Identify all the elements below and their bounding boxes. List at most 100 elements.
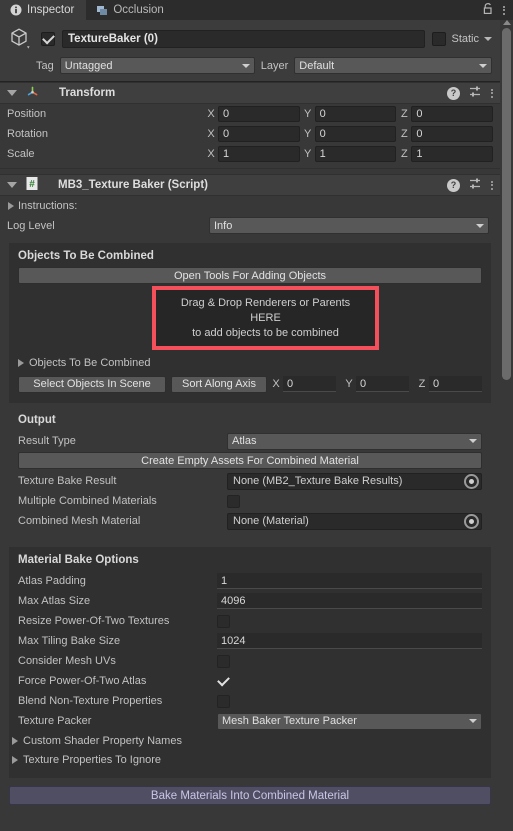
result-type-dropdown[interactable]: Atlas (227, 432, 482, 450)
objects-panel-title: Objects To Be Combined (18, 250, 154, 262)
combined-mesh-material-value: None (Material) (233, 515, 309, 527)
consider-mesh-uvs-label: Consider Mesh UVs (18, 655, 116, 667)
blend-non-texture-checkbox[interactable] (217, 694, 230, 708)
position-y-field[interactable]: 0 (314, 106, 397, 122)
rotation-y-field[interactable]: 0 (314, 126, 397, 142)
layer-dropdown[interactable]: Default (294, 57, 492, 74)
transform-component-header[interactable]: Transform ? (0, 82, 500, 104)
object-picker-icon[interactable] (464, 473, 479, 489)
scale-y-field[interactable]: 1 (314, 146, 397, 162)
scale-y[interactable]: Y1 (304, 146, 397, 162)
sort-z[interactable]: Z0 (418, 376, 482, 392)
occlusion-icon (95, 4, 108, 17)
tab-occlusion[interactable]: Occlusion (86, 0, 176, 20)
scale-z[interactable]: Z1 (400, 146, 494, 162)
resize-pot-textures-checkbox[interactable] (217, 614, 230, 628)
instructions-foldout-row[interactable]: Instructions: (0, 196, 500, 215)
scale-x[interactable]: X1 (207, 146, 300, 162)
scale-x-field[interactable]: 1 (218, 146, 300, 162)
consider-mesh-uvs-checkbox[interactable] (217, 654, 230, 668)
preset-settings-icon[interactable] (469, 85, 482, 101)
static-chevron-down-icon[interactable] (484, 37, 492, 41)
objects-list-foldout-icon[interactable] (18, 358, 24, 367)
transform-scale-row: Scale X1 Y1 Z1 (0, 144, 500, 164)
combined-mesh-material-row: Combined Mesh Material None (Material) (18, 511, 482, 531)
static-checkbox[interactable] (432, 32, 447, 46)
kebab-menu-icon[interactable] (491, 88, 493, 98)
vertical-scrollbar[interactable] (500, 20, 513, 831)
select-objects-button[interactable]: Select Objects In Scene (18, 375, 166, 393)
force-pot-atlas-checkbox[interactable] (217, 675, 230, 688)
sort-x[interactable]: X0 (272, 376, 336, 392)
axis-x-label: X (207, 108, 215, 120)
script-foldout-icon[interactable] (7, 182, 17, 188)
lock-icon[interactable] (482, 2, 494, 18)
kebab-menu-icon[interactable] (491, 180, 493, 190)
material-bake-options-panel: Material Bake Options Atlas Padding 1 Ma… (9, 547, 491, 778)
scale-label: Scale (7, 148, 35, 160)
bake-materials-button[interactable]: Bake Materials Into Combined Material (9, 786, 491, 805)
help-icon[interactable]: ? (447, 178, 460, 192)
sort-z-field[interactable]: 0 (429, 376, 482, 392)
gameobject-enabled-checkbox[interactable] (41, 32, 55, 46)
blend-non-texture-row: Blend Non-Texture Properties (18, 691, 482, 711)
log-level-dropdown[interactable]: Info (209, 217, 489, 234)
scrollbar-thumb[interactable] (502, 28, 511, 380)
axis-y-label: Y (304, 128, 312, 140)
texture-packer-row: Texture Packer Mesh Baker Texture Packer (18, 711, 482, 731)
rotation-y[interactable]: Y0 (304, 126, 397, 142)
rotation-z[interactable]: Z0 (400, 126, 494, 142)
resize-pot-textures-label: Resize Power-Of-Two Textures (18, 615, 170, 627)
script-component-header[interactable]: # MB3_Texture Baker (Script) ? (0, 174, 500, 196)
multiple-combined-materials-checkbox[interactable] (227, 494, 240, 508)
object-picker-icon[interactable] (464, 513, 479, 529)
tab-inspector[interactable]: Inspector (0, 0, 87, 20)
custom-shader-properties-foldout-row[interactable]: Custom Shader Property Names (12, 731, 482, 750)
gameobject-name-field[interactable]: TextureBaker (0) (62, 30, 426, 48)
custom-shader-foldout-icon[interactable] (12, 736, 18, 745)
tag-dropdown[interactable]: Untagged (59, 57, 255, 74)
objects-list-foldout-row[interactable]: Objects To Be Combined (18, 353, 482, 372)
log-level-row: Log Level Info (0, 215, 500, 236)
create-empty-assets-button[interactable]: Create Empty Assets For Combined Materia… (18, 452, 482, 469)
position-z[interactable]: Z0 (400, 106, 494, 122)
drag-drop-area[interactable]: Drag & Drop Renderers or Parents HERE to… (18, 286, 482, 352)
scale-z-field[interactable]: 1 (411, 146, 494, 162)
texture-bake-result-field[interactable]: None (MB2_Texture Bake Results) (227, 472, 482, 490)
tabbar-actions (482, 0, 513, 20)
rotation-z-field[interactable]: 0 (411, 126, 494, 142)
inspector-tabbar: Inspector Occlusion (0, 0, 513, 20)
help-icon[interactable]: ? (447, 86, 460, 100)
instructions-foldout-icon[interactable] (8, 201, 14, 210)
chevron-down-icon (476, 223, 484, 228)
texture-properties-foldout-icon[interactable] (12, 755, 18, 764)
combined-mesh-material-field[interactable]: None (Material) (227, 512, 482, 530)
log-level-value: Info (214, 219, 233, 232)
preset-settings-icon[interactable] (469, 177, 482, 193)
position-x[interactable]: X0 (207, 106, 300, 122)
blend-non-texture-label: Blend Non-Texture Properties (18, 695, 163, 707)
rotation-x-field[interactable]: 0 (218, 126, 300, 142)
open-tools-button[interactable]: Open Tools For Adding Objects (18, 267, 482, 284)
texture-packer-dropdown[interactable]: Mesh Baker Texture Packer (217, 712, 482, 730)
max-tiling-bake-size-field[interactable]: 1024 (217, 633, 482, 649)
transform-foldout-icon[interactable] (7, 90, 17, 96)
rotation-x[interactable]: X0 (207, 126, 300, 142)
drag-drop-highlight-box[interactable]: Drag & Drop Renderers or Parents HERE to… (152, 286, 379, 350)
tag-label: Tag (36, 59, 54, 72)
sort-along-axis-button[interactable]: Sort Along Axis (171, 375, 267, 393)
objects-list-label: Objects To Be Combined (29, 356, 151, 369)
sort-x-field[interactable]: 0 (283, 376, 336, 392)
position-x-field[interactable]: 0 (218, 106, 300, 122)
max-atlas-size-field[interactable]: 4096 (217, 593, 482, 609)
sort-y-field[interactable]: 0 (356, 376, 409, 392)
texture-properties-ignore-foldout-row[interactable]: Texture Properties To Ignore (12, 750, 482, 769)
transform-position-row: Position X0 Y0 Z0 (0, 104, 500, 124)
sort-y[interactable]: Y0 (345, 376, 409, 392)
position-y[interactable]: Y0 (304, 106, 397, 122)
kebab-menu-icon[interactable] (503, 5, 505, 15)
position-z-field[interactable]: 0 (411, 106, 494, 122)
scroll-up-arrow-icon[interactable] (503, 20, 511, 25)
cube-icon[interactable] (8, 26, 34, 52)
atlas-padding-field[interactable]: 1 (217, 573, 482, 589)
